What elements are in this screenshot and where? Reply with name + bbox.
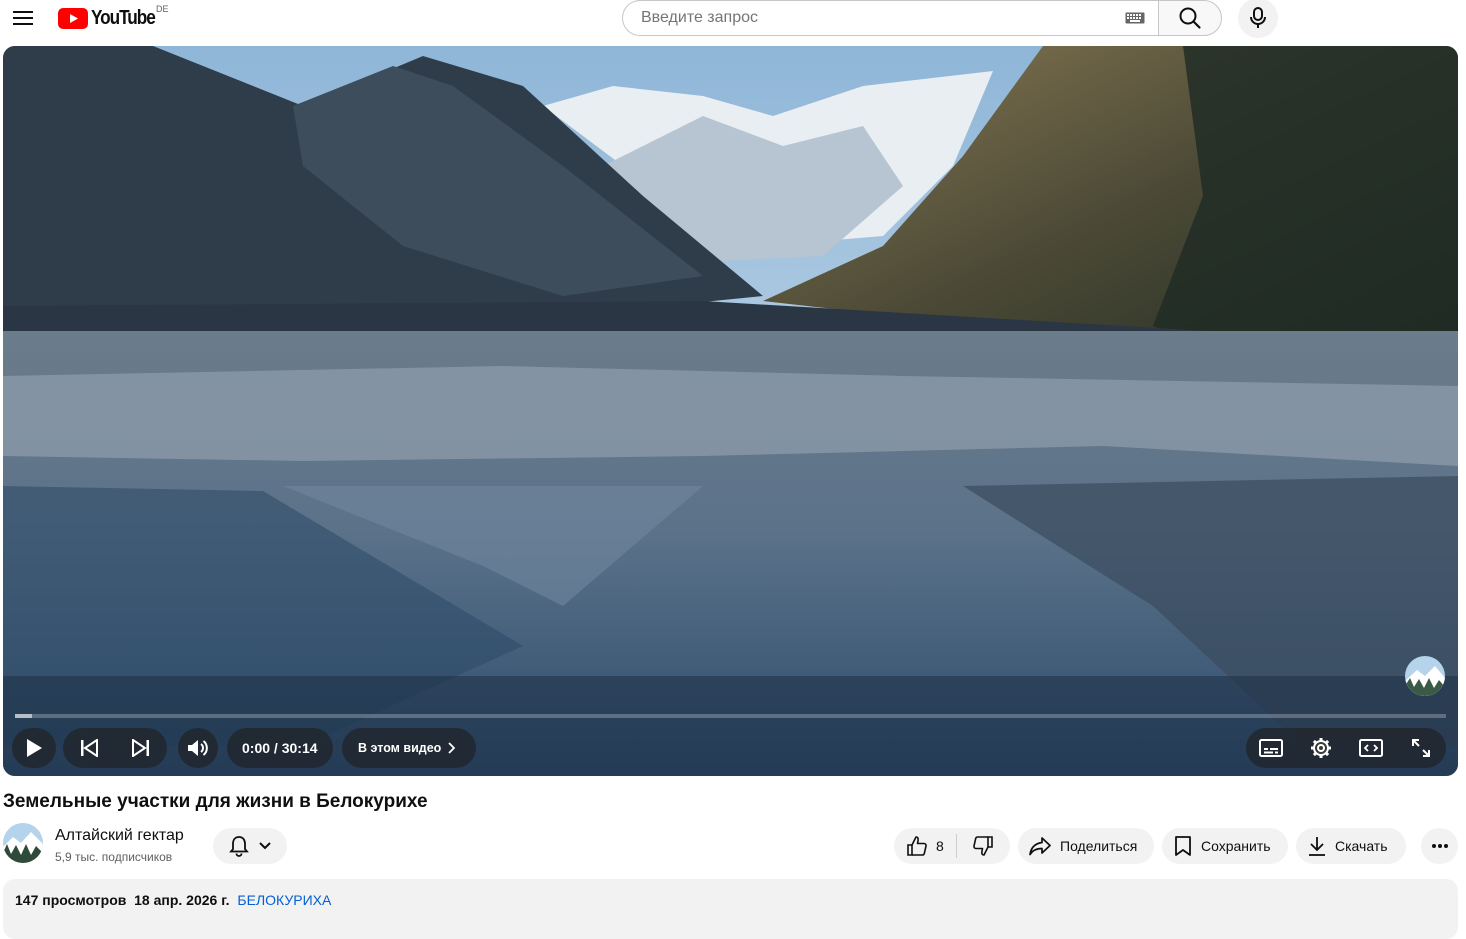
more-horizontal-icon	[1431, 844, 1448, 848]
chapters-label: В этом видео	[358, 741, 442, 755]
youtube-logo[interactable]: YouTube	[58, 7, 165, 29]
thumbs-up-icon	[907, 836, 927, 856]
time-pill: 0:00 / 30:14	[227, 728, 333, 768]
search-input[interactable]	[639, 8, 1120, 28]
thumbs-down-icon	[973, 836, 993, 856]
fullscreen-icon	[1412, 739, 1430, 757]
play-icon	[27, 739, 42, 757]
skip-previous-icon	[81, 739, 98, 757]
youtube-play-icon	[58, 7, 88, 29]
dislike-button[interactable]	[957, 828, 1009, 864]
previous-button[interactable]	[63, 728, 115, 768]
video-title: Земельные участки для жизни в Белокурихе	[3, 791, 428, 812]
theater-mode-button[interactable]	[1346, 728, 1396, 768]
bookmark-icon	[1175, 836, 1191, 856]
skip-next-icon	[132, 739, 149, 757]
right-controls-pill	[1246, 728, 1446, 768]
play-button[interactable]	[12, 728, 56, 768]
search-box	[622, 0, 1158, 36]
bell-icon	[229, 836, 249, 857]
play-pill	[12, 728, 56, 768]
like-count: 8	[936, 838, 944, 854]
voice-search-button[interactable]	[1238, 0, 1278, 38]
like-button[interactable]: 8	[894, 828, 956, 864]
share-label: Поделиться	[1060, 838, 1138, 854]
description-box[interactable]	[3, 879, 1458, 939]
channel-watermark-image	[1405, 656, 1445, 696]
more-actions-button[interactable]	[1421, 828, 1458, 864]
masthead: YouTube DE	[0, 0, 1466, 44]
share-button[interactable]: Поделиться	[1018, 828, 1154, 864]
mute-button[interactable]	[178, 728, 218, 768]
chevron-right-icon	[448, 742, 456, 754]
hamburger-menu-icon	[13, 11, 33, 25]
volume-pill	[178, 728, 218, 768]
download-icon	[1309, 837, 1325, 856]
description-meta: 147 просмотров 18 апр. 2026 г. БЕЛОКУРИХ…	[15, 892, 331, 908]
next-button[interactable]	[115, 728, 167, 768]
total-time: 30:14	[281, 740, 318, 756]
nav-pill	[63, 728, 167, 768]
like-dislike-group: 8	[894, 828, 1010, 864]
view-count: 147 просмотров	[15, 892, 127, 908]
subtitles-button[interactable]	[1246, 728, 1296, 768]
channel-watermark[interactable]	[1405, 656, 1445, 696]
subscriber-count: 5,9 тыс. подписчиков	[55, 850, 173, 864]
theater-mode-icon	[1359, 739, 1383, 757]
keyboard-icon[interactable]	[1120, 12, 1150, 24]
upload-date: 18 апр. 2026 г.	[134, 892, 230, 908]
chapters-pill: В этом видео	[342, 728, 476, 768]
microphone-icon	[1250, 7, 1266, 28]
chevron-down-icon	[259, 842, 271, 850]
subtitles-icon	[1259, 739, 1283, 757]
search-icon	[1179, 7, 1201, 29]
notifications-button[interactable]	[213, 828, 287, 864]
download-label: Скачать	[1335, 838, 1388, 854]
save-button[interactable]: Сохранить	[1162, 828, 1288, 864]
time-display: 0:00 / 30:14	[227, 740, 333, 756]
gear-icon	[1311, 738, 1331, 758]
current-time: 0:00	[242, 740, 271, 756]
settings-button[interactable]	[1296, 728, 1346, 768]
search-bar	[622, 0, 1222, 38]
logo-wordmark: YouTube	[91, 6, 156, 29]
hashtag-link[interactable]: БЕЛОКУРИХА	[237, 892, 331, 908]
download-button[interactable]: Скачать	[1296, 828, 1406, 864]
fullscreen-button[interactable]	[1396, 728, 1446, 768]
time-separator: /	[270, 740, 282, 756]
video-player[interactable]: 0:00 / 30:14 В этом видео	[3, 46, 1458, 776]
save-label: Сохранить	[1201, 838, 1271, 854]
search-button[interactable]	[1158, 0, 1222, 36]
share-icon	[1029, 837, 1051, 856]
logo-country-code: DE	[156, 4, 169, 14]
progress-played	[15, 714, 33, 718]
chapters-button[interactable]: В этом видео	[342, 741, 471, 755]
guide-menu-button[interactable]	[9, 4, 37, 32]
channel-name[interactable]: Алтайский гектар	[55, 827, 184, 845]
volume-icon	[188, 740, 208, 756]
channel-avatar-image	[3, 823, 43, 863]
video-frame	[3, 46, 1458, 776]
channel-avatar[interactable]	[3, 823, 43, 863]
progress-bar[interactable]	[15, 714, 1446, 718]
